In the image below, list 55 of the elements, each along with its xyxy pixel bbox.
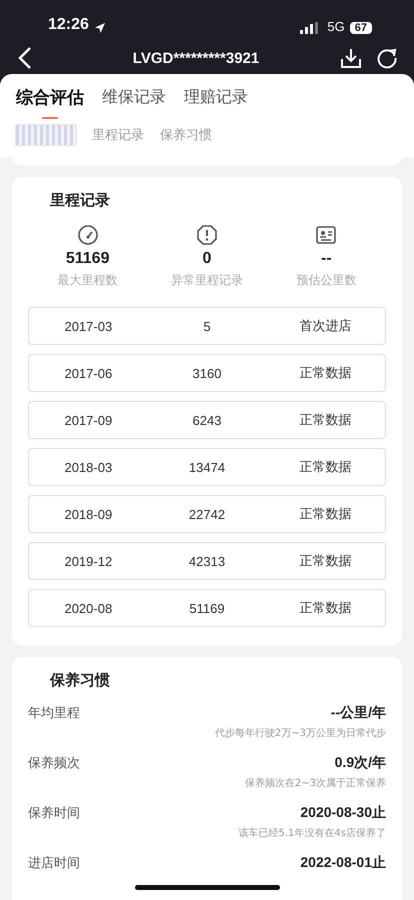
habit-note: 该车已经5.1年没有在4s店保养了 — [238, 826, 386, 840]
status-time: 12:26 — [48, 16, 89, 34]
signal-icon — [300, 22, 318, 34]
status-cell-text: 正常数据 — [298, 552, 353, 570]
network-label: 5G — [327, 19, 345, 34]
stat-label: 预估公里数 — [296, 272, 356, 289]
stat-label: 异常里程记录 — [170, 272, 243, 289]
date-cell-text: 2017-03 — [63, 318, 114, 334]
habit-label: 保养时间 — [28, 805, 80, 822]
stat-value: 51169 — [66, 250, 110, 268]
date-cell-text: 2017-09 — [63, 412, 114, 428]
id-card-icon — [315, 224, 338, 246]
tab[interactable]: 维保记录 — [102, 82, 166, 121]
mileage-cell-text: 22742 — [188, 506, 226, 522]
status-cell-text: 正常数据 — [298, 458, 353, 476]
tab[interactable]: 综合评估 — [16, 82, 84, 121]
date-cell-text: 2018-03 — [63, 460, 114, 474]
stat-label: 最大里程数 — [58, 272, 118, 289]
habit-label: 年均里程 — [28, 705, 80, 722]
back-icon[interactable] — [18, 46, 32, 70]
habit-label: 进店时间 — [28, 855, 80, 872]
habit-note: 保养频次在2~3次属于正常保养 — [244, 776, 386, 790]
gauge-icon — [76, 224, 99, 246]
mileage-cell-text: 13474 — [188, 460, 226, 474]
status-cell-text: 正常数据 — [298, 364, 353, 382]
status-cell-text: 首次进店 — [298, 317, 353, 335]
habit-label: 保养频次 — [28, 755, 80, 772]
stat-value: -- — [320, 250, 332, 268]
mileage-cell-text: 6243 — [192, 412, 222, 428]
status-cell-text: 正常数据 — [298, 411, 353, 429]
download-icon[interactable] — [340, 47, 362, 69]
habit-value: 2022-08-01止 — [300, 854, 386, 872]
vin-title: LVGD*********3921 — [132, 50, 260, 66]
tab[interactable]: 理赔记录 — [184, 82, 248, 121]
status-cell-text: 正常数据 — [298, 599, 353, 617]
location-arrow-icon — [94, 22, 106, 34]
habit-note: 代步每年行驶2万~3万公里为日常代步 — [214, 726, 386, 740]
stat-value: 0 — [202, 250, 212, 268]
mileage-cell-text: 5 — [202, 318, 212, 334]
refresh-icon[interactable] — [376, 47, 398, 69]
mileage-cell-text: 51169 — [188, 600, 226, 616]
date-cell-text: 2018-09 — [63, 506, 114, 522]
mileage-cell-text: 3160 — [192, 366, 222, 380]
alert-icon — [196, 224, 218, 246]
battery-indicator: 67 — [350, 22, 372, 34]
date-cell-text: 2019-12 — [63, 554, 114, 568]
habit-value: --公里/年 — [330, 704, 386, 722]
section-title: 保养习惯 — [48, 671, 111, 690]
status-cell-text: 正常数据 — [298, 505, 353, 523]
mileage-cell-text: 42313 — [188, 554, 226, 568]
habit-value: 2020-08-30止 — [300, 804, 386, 822]
habit-value: 0.9次/年 — [334, 754, 386, 772]
date-cell-text: 2020-08 — [63, 600, 114, 616]
date-cell-text: 2017-06 — [63, 366, 114, 380]
section-title: 里程记录 — [49, 191, 111, 210]
